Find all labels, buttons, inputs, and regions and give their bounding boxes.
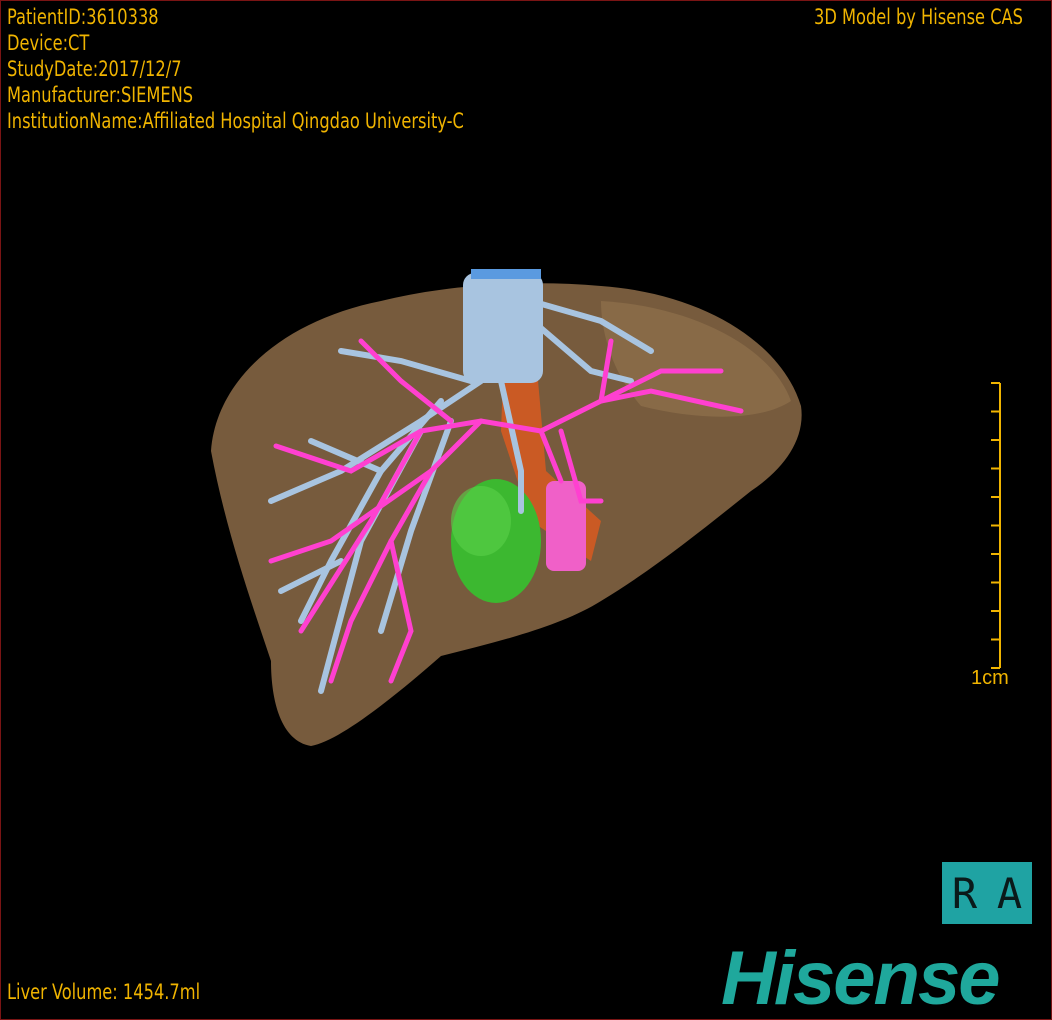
liver-3d-model[interactable] [1,1,1052,1020]
patient-id: PatientID:3610338 [7,5,159,29]
liver-volume: Liver Volume: 1454.7ml [7,980,201,1004]
manufacturer: Manufacturer:SIEMENS [7,83,194,107]
scale-label: 1cm [971,667,1009,689]
patient-info: PatientID:3610338 Device:CT StudyDate:20… [7,4,464,134]
device: Device:CT [7,31,90,55]
model-credit: 3D Model by Hisense CAS [814,5,1023,29]
vein-cap [471,269,541,279]
viewer-3d[interactable]: PatientID:3610338 Device:CT StudyDate:20… [0,0,1052,1020]
scale-bar [991,382,1001,669]
hisense-logo: Hisense [721,936,1000,1020]
scale-ticks [991,382,1000,669]
orientation-right: R [951,868,978,918]
institution-name: InstitutionName:Affiliated Hospital Qing… [7,109,464,133]
orientation-anterior: A [996,868,1023,918]
study-date: StudyDate:2017/12/7 [7,57,182,81]
orientation-cube[interactable]: R A [942,862,1032,924]
tumor-highlight [451,486,511,556]
hepatic-vein-trunk [463,273,543,383]
tumor [451,479,541,603]
